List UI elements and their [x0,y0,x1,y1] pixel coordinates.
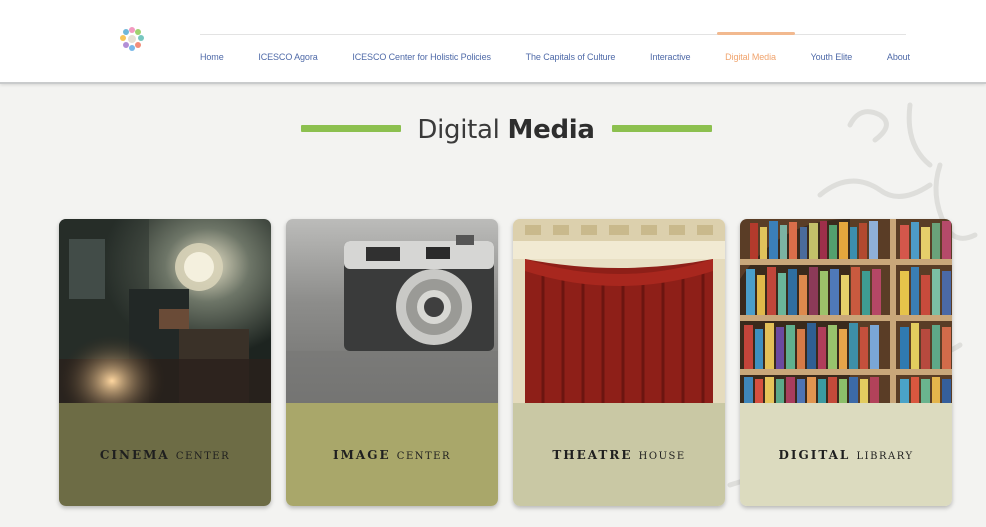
title-accent-right [612,125,712,132]
nav-item-about[interactable]: About [887,52,910,62]
page-title-bold: Media [507,115,595,145]
nav-active-indicator [717,32,795,35]
card-label: Digital Library [778,448,913,462]
card-label-first: Digital [778,447,851,462]
card-label: Image Center [333,448,451,462]
nav-item-digital-media[interactable]: Digital Media [725,52,776,62]
page-title-light: Digital [417,115,508,145]
theatre-curtain-image [513,219,725,403]
nav-item-holistic-policies[interactable]: ICESCO Center for Holistic Policies [352,52,491,62]
nav-item-capitals-of-culture[interactable]: The Capitals of Culture [526,52,616,62]
card-footer: Cinema Center [59,403,271,506]
nav-item-home[interactable]: Home [200,52,224,62]
card-label-first: Cinema [99,447,170,462]
page-title: Digital Media [400,112,612,148]
card-image-center[interactable]: Image Center [286,219,498,506]
card-digital-library[interactable]: Digital Library [740,219,952,506]
nav-item-youth-elite[interactable]: Youth Elite [811,52,853,62]
card-label-second: Center [396,450,451,462]
nav-divider [200,34,906,35]
card-footer: Digital Library [740,403,952,506]
main-nav: Home ICESCO Agora ICESCO Center for Holi… [200,48,910,66]
card-label-second: Library [856,450,914,462]
nav-item-icesco-agora[interactable]: ICESCO Agora [258,52,317,62]
card-label-first: Theatre [552,447,633,462]
card-label-second: Center [175,450,231,462]
card-label: Cinema Center [100,448,230,462]
card-label-first: Image [333,447,391,462]
film-projector-image [59,219,271,403]
card-footer: Image Center [286,403,498,506]
logo-caption [104,60,160,68]
camera-image [286,219,498,403]
card-theatre-house[interactable]: Theatre House [513,219,725,506]
icesco-logo-icon [120,27,144,51]
icesco-logo[interactable] [104,22,160,70]
nav-item-interactive[interactable]: Interactive [650,52,691,62]
title-accent-left [301,125,401,132]
card-label-second: House [638,450,686,462]
card-cinema-center[interactable]: Cinema Center [59,219,271,506]
card-label: Theatre House [552,448,685,462]
bookshelf-image [740,219,952,403]
site-header: Home ICESCO Agora ICESCO Center for Holi… [0,0,986,84]
card-footer: Theatre House [513,403,725,506]
